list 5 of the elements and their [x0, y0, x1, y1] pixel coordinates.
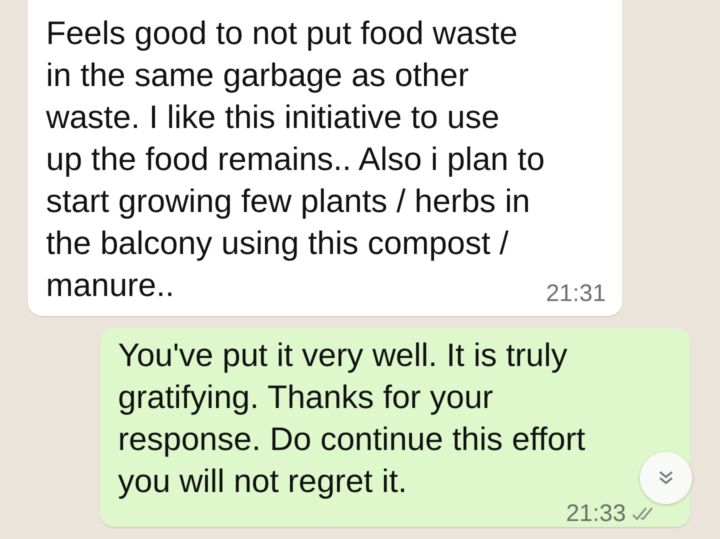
double-chevron-down-icon: [657, 469, 675, 487]
message-time: 21:31: [546, 280, 606, 308]
message-text: You've put it very well. It is truly gratifying. Thanks for your response. Do continue this effort you will not regret it.: [118, 336, 586, 501]
message-time: 21:33: [566, 503, 626, 525]
message-text: Feels good to not put food waste in the same garbage as other waste. I like this initiative to use up the food remains.. Also i plan to start growing few plants / herbs in the balcony using this compost / manure..: [46, 14, 545, 305]
